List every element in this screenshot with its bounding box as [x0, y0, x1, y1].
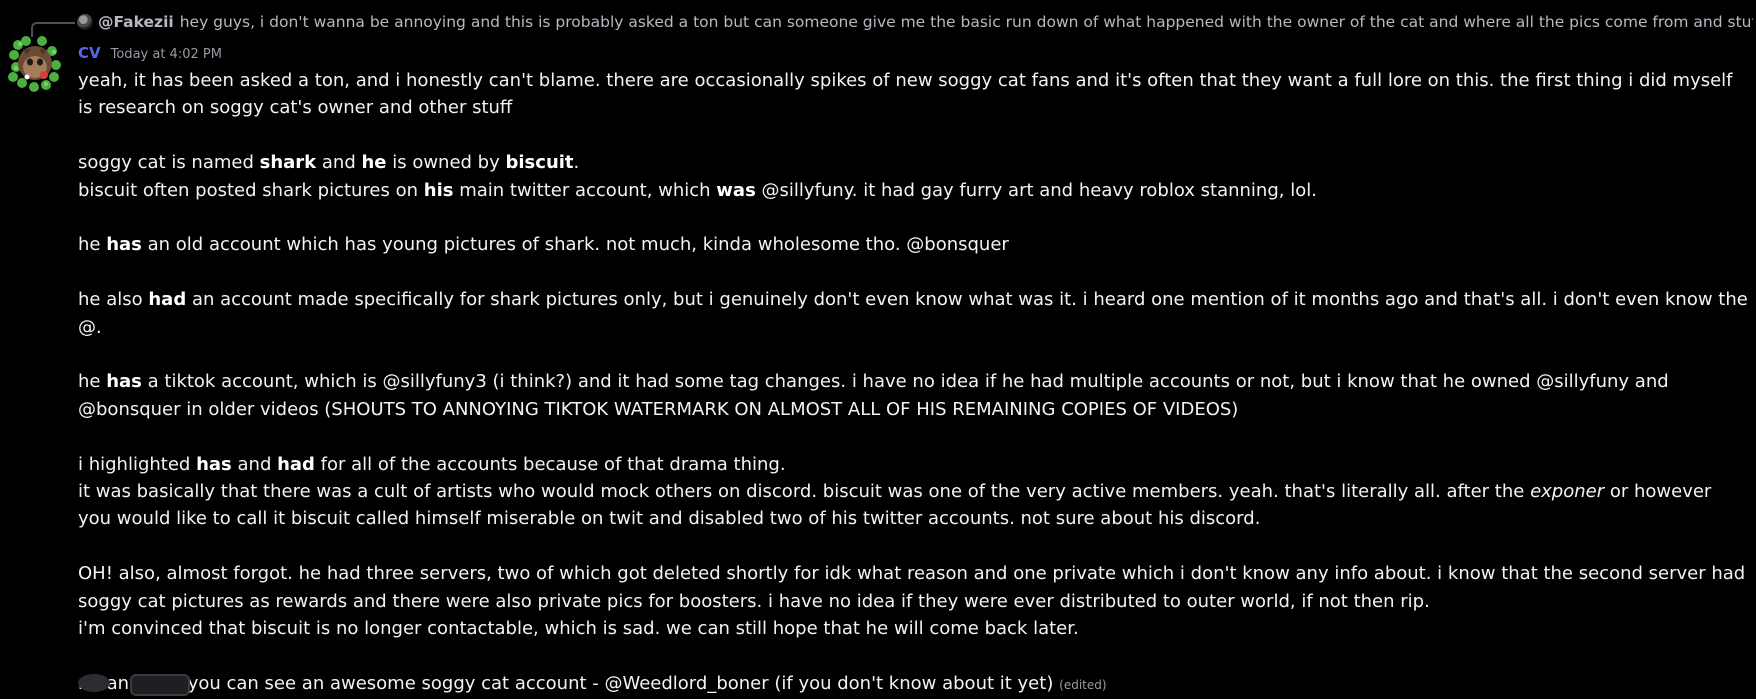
text-run: an old account which has young pictures … [141, 234, 1009, 256]
text-run: a tiktok account, which is @sillyfuny3 (… [78, 371, 1669, 420]
message-paragraph: he has an old account which has young pi… [78, 231, 1750, 258]
text-run: he [78, 371, 107, 393]
bold-text: had [148, 289, 187, 311]
text-run: meanwhile, you can see an awesome soggy … [78, 672, 1054, 694]
reaction-icon[interactable] [78, 674, 110, 692]
text-run: and [231, 453, 278, 475]
message-actions [78, 674, 190, 696]
text-run: soggy cat is named [78, 152, 260, 174]
reply-preview-text[interactable]: hey guys, i don't wanna be annoying and … [180, 13, 1753, 31]
message-paragraph: i highlighted has and had for all of the… [78, 451, 1750, 533]
text-run: he [78, 234, 107, 256]
message-timestamp[interactable]: Today at 4:02 PM [111, 47, 222, 62]
text-run: i'm convinced that biscuit is no longer … [78, 618, 1079, 640]
bold-text: shark [259, 152, 317, 174]
attachment-icon[interactable] [130, 674, 190, 696]
message-content: yeah, it has been asked a ton, and i hon… [78, 67, 1750, 699]
text-run: is owned by [386, 152, 506, 174]
bold-text: has [106, 371, 142, 393]
text-run: i highlighted [78, 453, 197, 475]
bold-text: had [277, 453, 315, 475]
bold-text: has [106, 234, 142, 256]
bold-text: has [196, 453, 232, 475]
text-run: . [573, 152, 580, 174]
text-run: @sillyfuny. it had gay furry art and hea… [755, 179, 1317, 201]
reply-avatar-icon[interactable] [77, 14, 93, 30]
italic-text: exponer [1530, 481, 1605, 503]
edited-indicator: (edited) [1055, 677, 1107, 692]
message-header: CV Today at 4:02 PM [78, 44, 222, 66]
bold-text: his [423, 179, 454, 201]
message-paragraph: he has a tiktok account, which is @silly… [78, 368, 1750, 423]
message-paragraph: meanwhile, you can see an awesome soggy … [78, 670, 1750, 699]
message-paragraph: OH! also, almost forgot. he had three se… [78, 560, 1750, 642]
message-paragraph: he also had an account made specifically… [78, 286, 1750, 341]
reply-reference[interactable]: @Fakezii hey guys, i don't wanna be anno… [33, 10, 1753, 34]
bold-text: biscuit [505, 152, 574, 174]
text-run: yeah, it has been asked a ton, and i hon… [78, 70, 1733, 119]
text-run: it was basically that there was a cult o… [78, 481, 1531, 503]
text-run: he also [78, 289, 149, 311]
message-paragraph: soggy cat is named shark and he is owned… [78, 149, 1750, 204]
text-run: for all of the accounts because of that … [314, 453, 786, 475]
text-run: OH! also, almost forgot. he had three se… [78, 563, 1746, 612]
text-run: biscuit often posted shark pictures on [78, 179, 424, 201]
message-author[interactable]: CV [78, 44, 101, 62]
reply-author[interactable]: @Fakezii [98, 13, 174, 31]
bold-text: was [716, 179, 756, 201]
clover-avatar-icon[interactable] [8, 33, 62, 93]
text-run: main twitter account, which [453, 179, 717, 201]
message-paragraph: yeah, it has been asked a ton, and i hon… [78, 67, 1750, 122]
bold-text: he [361, 152, 387, 174]
text-run: and [316, 152, 362, 174]
text-run: an account made specifically for shark p… [78, 289, 1748, 338]
